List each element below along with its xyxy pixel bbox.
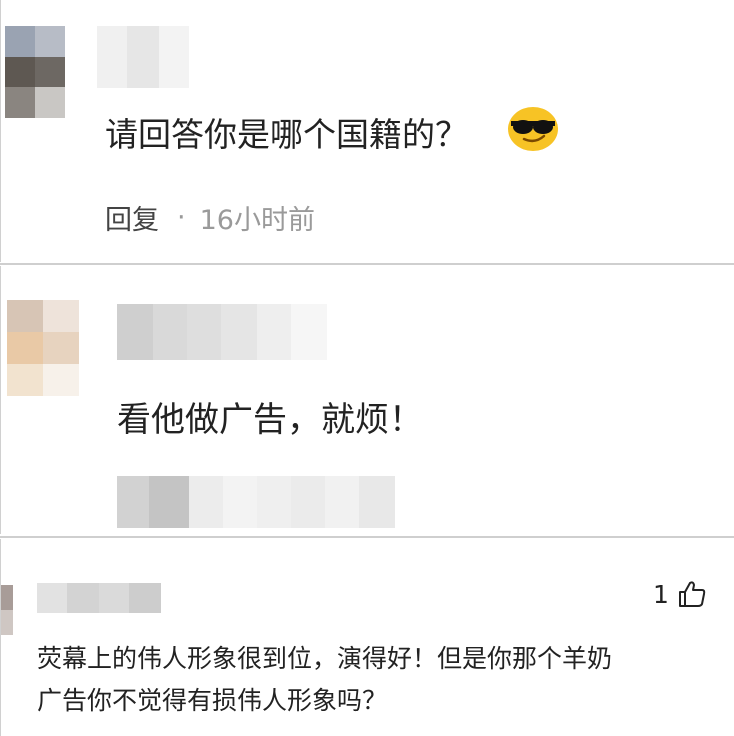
comment-meta: 回复 · 16小时前 <box>105 198 315 237</box>
like-button[interactable]: 1 <box>653 579 707 609</box>
username-redacted[interactable] <box>117 304 327 360</box>
comment-card-3: 1 荧幕上的伟人形象很到位，演得好！但是你那个羊奶 广告你不觉得有损伟人形象吗？ <box>0 539 734 736</box>
like-count: 1 <box>653 579 669 609</box>
meta-separator: · <box>177 202 186 233</box>
avatar[interactable] <box>5 26 65 118</box>
comment-text-line-2: 广告你不觉得有损伟人形象吗？ <box>37 686 388 715</box>
divider <box>0 263 734 265</box>
username-redacted[interactable] <box>97 26 189 88</box>
comment-card-1: 请回答你是哪个国籍的？ 回复 · 16小时前 <box>0 0 734 262</box>
comment-text-line-1: 荧幕上的伟人形象很到位，演得好！但是你那个羊奶 <box>37 644 613 673</box>
sunglasses-emoji-icon <box>507 106 559 152</box>
comment-card-2: 看他做广告，就烦！ <box>0 266 734 534</box>
comment-text: 请回答你是哪个国籍的？ <box>105 115 468 154</box>
comment-text: 看他做广告，就烦！ <box>117 400 423 440</box>
avatar[interactable] <box>7 300 79 396</box>
divider <box>0 536 734 538</box>
avatar[interactable] <box>1 585 13 635</box>
comment-meta-redacted <box>117 476 395 528</box>
timestamp: 16小时前 <box>199 205 315 236</box>
reply-button[interactable]: 回复 <box>105 198 159 237</box>
username-redacted[interactable] <box>37 583 161 613</box>
thumbs-up-icon <box>677 579 707 609</box>
